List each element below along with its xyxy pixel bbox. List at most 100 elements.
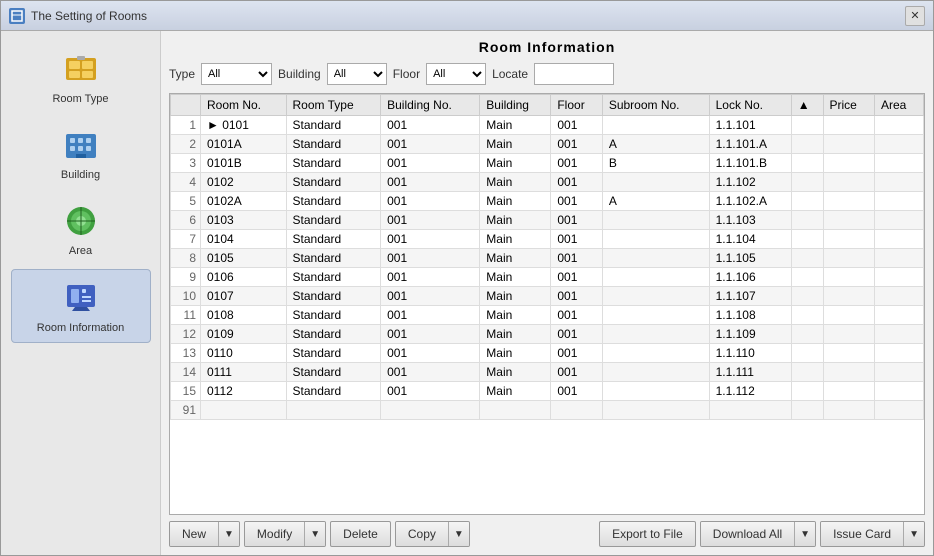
cell-floor: 001 xyxy=(551,249,602,268)
table-row[interactable]: 12 0109 Standard 001 Main 001 1.1.109 xyxy=(171,325,924,344)
table-row[interactable]: 8 0105 Standard 001 Main 001 1.1.105 xyxy=(171,249,924,268)
col-floor[interactable]: Floor xyxy=(551,95,602,116)
cell-floor: 001 xyxy=(551,268,602,287)
cell-subroom-no xyxy=(602,249,709,268)
modify-button[interactable]: Modify xyxy=(245,522,305,546)
row-num: 12 xyxy=(171,325,201,344)
col-price[interactable]: Price xyxy=(823,95,874,116)
row-num: 1 xyxy=(171,116,201,135)
table-row[interactable]: 10 0107 Standard 001 Main 001 1.1.107 xyxy=(171,287,924,306)
cell-lock-no: 1.1.104 xyxy=(709,230,791,249)
col-subroom-no[interactable]: Subroom No. xyxy=(602,95,709,116)
table-row[interactable]: 6 0103 Standard 001 Main 001 1.1.103 xyxy=(171,211,924,230)
cell-floor: 001 xyxy=(551,382,602,401)
floor-select[interactable]: All 001 xyxy=(426,63,486,85)
cell-price xyxy=(823,382,874,401)
building-icon xyxy=(61,125,101,165)
cell-building-no: 001 xyxy=(381,306,480,325)
table-row[interactable]: 13 0110 Standard 001 Main 001 1.1.110 xyxy=(171,344,924,363)
issue-card-dropdown-button[interactable]: ▼ xyxy=(904,522,924,546)
cell-lock-no: 1.1.107 xyxy=(709,287,791,306)
cell-floor: 001 xyxy=(551,230,602,249)
copy-dropdown-button[interactable]: ▼ xyxy=(449,522,469,546)
table-row[interactable]: 1 ► 0101 Standard 001 Main 001 1.1.101 xyxy=(171,116,924,135)
cell-room-no: 0105 xyxy=(201,249,287,268)
sidebar-item-room-information[interactable]: Room Information xyxy=(11,269,151,343)
row-num: 10 xyxy=(171,287,201,306)
delete-button[interactable]: Delete xyxy=(330,521,391,547)
col-building-no[interactable]: Building No. xyxy=(381,95,480,116)
export-to-file-button[interactable]: Export to File xyxy=(599,521,696,547)
sidebar-item-area[interactable]: Area xyxy=(11,193,151,265)
cell-floor: 001 xyxy=(551,192,602,211)
locate-input[interactable] xyxy=(534,63,614,85)
cell-building-no: 001 xyxy=(381,382,480,401)
table-scroll[interactable]: Room No. Room Type Building No. Building… xyxy=(170,94,924,514)
new-button[interactable]: New xyxy=(170,522,219,546)
cell-sort xyxy=(791,306,823,325)
cell-area xyxy=(874,325,923,344)
table-row[interactable]: 3 0101B Standard 001 Main 001 B 1.1.101.… xyxy=(171,154,924,173)
table-row[interactable]: 5 0102A Standard 001 Main 001 A 1.1.102.… xyxy=(171,192,924,211)
download-all-button[interactable]: Download All xyxy=(701,522,795,546)
table-row[interactable]: 15 0112 Standard 001 Main 001 1.1.112 xyxy=(171,382,924,401)
cell-building-no: 001 xyxy=(381,116,480,135)
col-building[interactable]: Building xyxy=(480,95,551,116)
modify-dropdown-button[interactable]: ▼ xyxy=(305,522,325,546)
cell-subroom-no: A xyxy=(602,135,709,154)
cell-area xyxy=(874,363,923,382)
col-area[interactable]: Area xyxy=(874,95,923,116)
cell-floor: 001 xyxy=(551,363,602,382)
cell-floor: 001 xyxy=(551,344,602,363)
sidebar-item-room-type[interactable]: Room Type xyxy=(11,41,151,113)
new-dropdown-button[interactable]: ▼ xyxy=(219,522,239,546)
cell-room-type: Standard xyxy=(286,325,381,344)
copy-button[interactable]: Copy xyxy=(396,522,449,546)
cell-building: Main xyxy=(480,249,551,268)
cell-building: Main xyxy=(480,116,551,135)
cell-area xyxy=(874,306,923,325)
panel-title: Room Information xyxy=(169,39,925,55)
table-row[interactable]: 11 0108 Standard 001 Main 001 1.1.108 xyxy=(171,306,924,325)
table-row[interactable]: 14 0111 Standard 001 Main 001 1.1.111 xyxy=(171,363,924,382)
cell-area xyxy=(874,287,923,306)
row-num: 9 xyxy=(171,268,201,287)
cell-room-type: Standard xyxy=(286,135,381,154)
sidebar: Room Type Building xyxy=(1,31,161,555)
cell-lock-no: 1.1.101.A xyxy=(709,135,791,154)
cell-room-type: Standard xyxy=(286,173,381,192)
type-select[interactable]: All Standard xyxy=(201,63,272,85)
col-room-no[interactable]: Room No. xyxy=(201,95,287,116)
table-row[interactable]: 91 xyxy=(171,401,924,420)
building-select[interactable]: All Main xyxy=(327,63,387,85)
cell-sort xyxy=(791,268,823,287)
row-num: 15 xyxy=(171,382,201,401)
issue-card-button[interactable]: Issue Card xyxy=(821,522,904,546)
sidebar-building-label: Building xyxy=(61,169,100,181)
row-num: 14 xyxy=(171,363,201,382)
cell-room-no: 0103 xyxy=(201,211,287,230)
download-all-dropdown-button[interactable]: ▼ xyxy=(795,522,815,546)
col-sort-arrow[interactable]: ▲ xyxy=(791,95,823,116)
col-lock-no[interactable]: Lock No. xyxy=(709,95,791,116)
table-row[interactable]: 2 0101A Standard 001 Main 001 A 1.1.101.… xyxy=(171,135,924,154)
table-row[interactable]: 7 0104 Standard 001 Main 001 1.1.104 xyxy=(171,230,924,249)
col-room-type[interactable]: Room Type xyxy=(286,95,381,116)
sidebar-item-building[interactable]: Building xyxy=(11,117,151,189)
close-button[interactable]: ✕ xyxy=(905,6,925,26)
cell-room-no: 0101B xyxy=(201,154,287,173)
cell-room-no: ► 0101 xyxy=(201,116,287,135)
cell-building: Main xyxy=(480,230,551,249)
cell-lock-no: 1.1.102.A xyxy=(709,192,791,211)
cell-room-type: Standard xyxy=(286,249,381,268)
cell-price xyxy=(823,306,874,325)
table-row[interactable]: 9 0106 Standard 001 Main 001 1.1.106 xyxy=(171,268,924,287)
cell-floor: 001 xyxy=(551,287,602,306)
issue-card-button-group: Issue Card ▼ xyxy=(820,521,925,547)
cell-price xyxy=(823,116,874,135)
sidebar-room-information-label: Room Information xyxy=(37,322,124,334)
col-rownum xyxy=(171,95,201,116)
table-row[interactable]: 4 0102 Standard 001 Main 001 1.1.102 xyxy=(171,173,924,192)
locate-label: Locate xyxy=(492,67,528,81)
cell-floor: 001 xyxy=(551,173,602,192)
